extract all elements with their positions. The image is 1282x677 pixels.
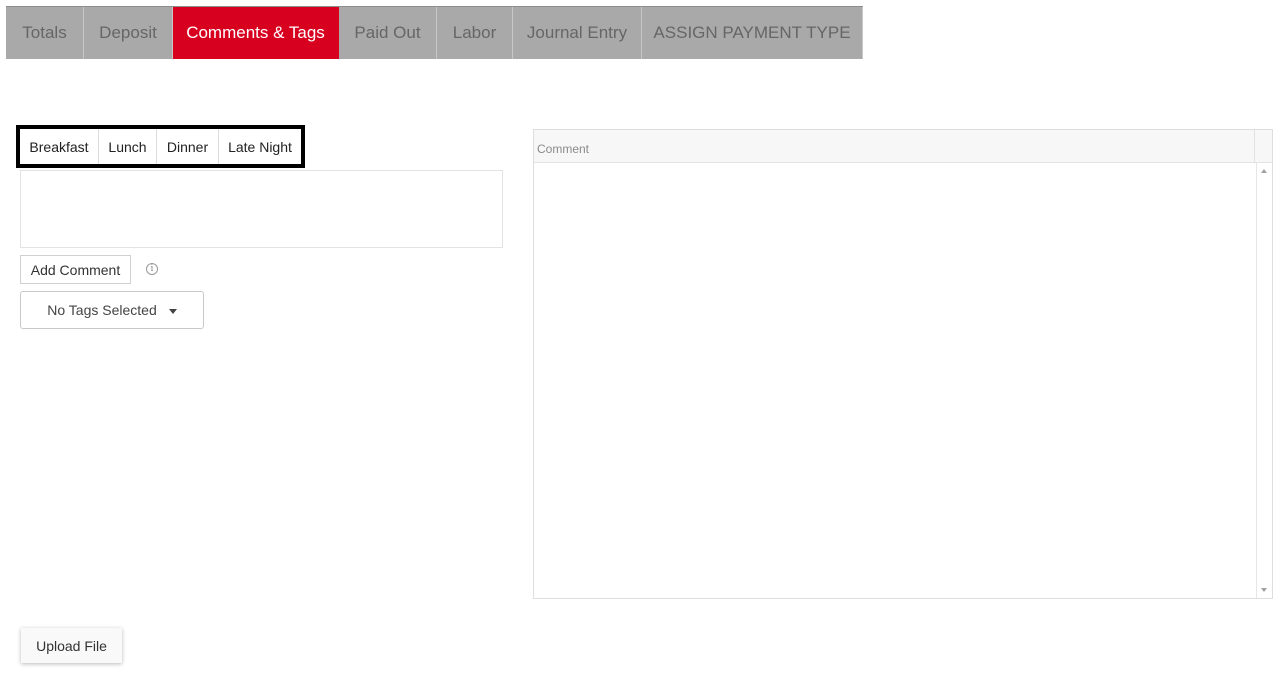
tab-deposit[interactable]: Deposit: [84, 7, 173, 59]
caret-down-icon: [168, 308, 177, 314]
tab-bar: Totals Deposit Comments & Tags Paid Out …: [6, 6, 863, 59]
meal-lunch-button[interactable]: Lunch: [99, 129, 157, 164]
tab-comments-tags[interactable]: Comments & Tags: [173, 7, 339, 59]
info-icon[interactable]: i: [146, 263, 158, 275]
tab-paid-out[interactable]: Paid Out: [339, 7, 437, 59]
meal-period-selector: Breakfast Lunch Dinner Late Night: [16, 125, 305, 168]
meal-breakfast-button[interactable]: Breakfast: [20, 129, 99, 164]
tab-totals[interactable]: Totals: [6, 7, 84, 59]
tab-journal-entry[interactable]: Journal Entry: [513, 7, 642, 59]
grid-scrollbar[interactable]: [1256, 163, 1272, 598]
tab-labor[interactable]: Labor: [437, 7, 513, 59]
meal-dinner-button[interactable]: Dinner: [157, 129, 219, 164]
grid-header: Comment: [534, 130, 1272, 163]
upload-file-button[interactable]: Upload File: [21, 628, 122, 663]
tags-dropdown[interactable]: No Tags Selected: [20, 291, 204, 329]
scroll-up-arrow-icon[interactable]: [1261, 169, 1267, 173]
meal-late-night-button[interactable]: Late Night: [219, 129, 301, 164]
comments-grid: Comment: [533, 129, 1273, 599]
comment-input[interactable]: [20, 170, 503, 248]
tab-assign-payment-type[interactable]: ASSIGN PAYMENT TYPE: [642, 7, 863, 59]
add-comment-button[interactable]: Add Comment: [20, 255, 131, 284]
scroll-down-arrow-icon[interactable]: [1261, 588, 1267, 592]
column-header-comment[interactable]: Comment: [534, 130, 1255, 162]
tags-dropdown-label: No Tags Selected: [47, 302, 157, 318]
